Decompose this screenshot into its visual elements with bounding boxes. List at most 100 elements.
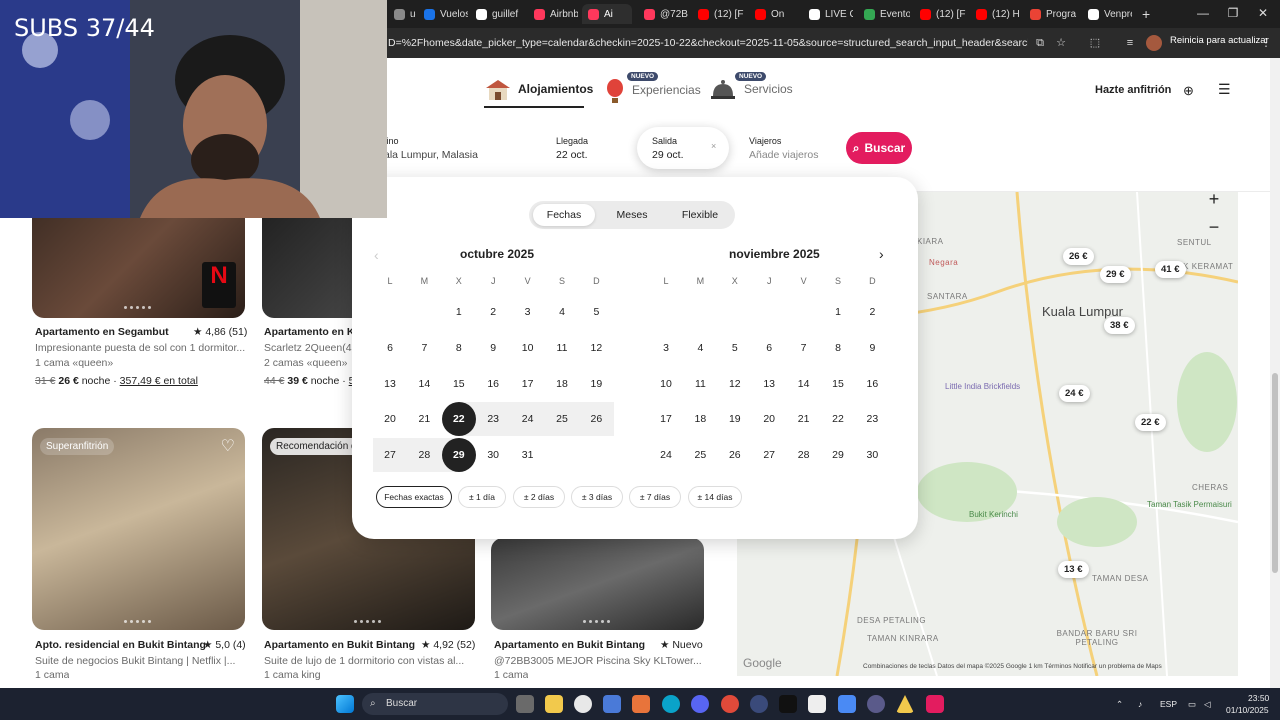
capcut-icon[interactable] bbox=[808, 695, 826, 713]
calendar-day[interactable]: 5 bbox=[718, 331, 752, 365]
close-window-icon[interactable]: ✕ bbox=[1250, 4, 1276, 22]
calendar-day[interactable]: 14 bbox=[787, 367, 821, 401]
listing-title[interactable]: Apto. residencial en Bukit Bintang bbox=[35, 639, 206, 651]
price-pin[interactable]: 24 € bbox=[1059, 385, 1090, 402]
calendar-day[interactable]: 13 bbox=[752, 367, 786, 401]
task-view-icon[interactable] bbox=[516, 695, 534, 713]
total-price[interactable]: 357,49 € en total bbox=[120, 375, 198, 387]
calendar-day[interactable]: 9 bbox=[855, 331, 889, 365]
segment-flexible[interactable]: Flexible bbox=[669, 204, 731, 226]
notepad-icon[interactable] bbox=[838, 695, 856, 713]
browser-tab[interactable]: On bbox=[749, 4, 799, 24]
calendar-day[interactable]: 21 bbox=[407, 402, 441, 436]
segment-meses[interactable]: Meses bbox=[601, 204, 663, 226]
calendar-day[interactable]: 13 bbox=[373, 367, 407, 401]
flex-chip[interactable]: ± 7 días bbox=[629, 486, 681, 508]
address-bar[interactable]: D=%2Fhomes&date_picker_type=calendar&che… bbox=[388, 34, 1028, 52]
browser-tab[interactable]: Ai bbox=[582, 4, 632, 24]
media-icon[interactable]: ≡ bbox=[1122, 35, 1138, 51]
minimize-icon[interactable]: — bbox=[1190, 4, 1216, 22]
calendar-day[interactable]: 10 bbox=[511, 331, 545, 365]
calendar-day[interactable]: 20 bbox=[373, 402, 407, 436]
calendar-day[interactable]: 2 bbox=[855, 295, 889, 329]
extensions-icon[interactable]: ⬚ bbox=[1087, 35, 1103, 51]
heart-icon[interactable]: ♡ bbox=[221, 436, 235, 456]
app-icon[interactable] bbox=[867, 695, 885, 713]
warning-icon[interactable] bbox=[896, 695, 914, 713]
guests-field[interactable]: Viajeros Añade viajeros bbox=[749, 127, 818, 171]
store-icon[interactable] bbox=[603, 695, 621, 713]
globe-icon[interactable]: ⊕ bbox=[1183, 83, 1194, 99]
calendar-day[interactable]: 15 bbox=[442, 367, 476, 401]
price-pin[interactable]: 38 € bbox=[1104, 317, 1135, 334]
calendar-day[interactable]: 3 bbox=[649, 331, 683, 365]
calendar-day[interactable]: 7 bbox=[407, 331, 441, 365]
listing-title[interactable]: Apartamento en Bukit Bintang bbox=[264, 639, 415, 651]
calendar-day[interactable]: 19 bbox=[579, 367, 613, 401]
calendar-day[interactable]: 25 bbox=[545, 402, 579, 436]
checkin-field[interactable]: Llegada 22 oct. bbox=[556, 127, 588, 171]
bookmark-star-icon[interactable]: ☆ bbox=[1053, 35, 1069, 51]
browser-tab[interactable]: (12) [F bbox=[692, 4, 744, 24]
calendar-day[interactable]: 18 bbox=[545, 367, 579, 401]
calendar-day[interactable]: 24 bbox=[649, 438, 683, 472]
calendar-day[interactable]: 17 bbox=[511, 367, 545, 401]
zoom-in-button[interactable]: + bbox=[1200, 188, 1228, 210]
calendar-day[interactable]: 12 bbox=[579, 331, 613, 365]
file-explorer-icon[interactable] bbox=[545, 695, 563, 713]
calendar-day[interactable]: 30 bbox=[855, 438, 889, 472]
calendar-day[interactable]: 3 bbox=[511, 295, 545, 329]
host-link[interactable]: Hazte anfitrión bbox=[1095, 84, 1171, 96]
calendar-day[interactable]: 5 bbox=[579, 295, 613, 329]
destination-field[interactable]: tino ala Lumpur, Malasia bbox=[384, 127, 478, 171]
calendar-day[interactable]: 15 bbox=[821, 367, 855, 401]
chrome-icon[interactable] bbox=[721, 695, 739, 713]
browser-tab[interactable]: uelo bbox=[388, 4, 416, 24]
calendar-day[interactable]: 29 bbox=[821, 438, 855, 472]
calendar-day[interactable]: 27 bbox=[752, 438, 786, 472]
restart-label[interactable]: Reinicia para actualizar bbox=[1170, 35, 1269, 46]
calendar-day[interactable]: 26 bbox=[718, 438, 752, 472]
page-scrollbar[interactable] bbox=[1270, 58, 1280, 688]
browser-tab[interactable]: Venpre bbox=[1082, 4, 1132, 24]
calendar-day[interactable]: 19 bbox=[718, 402, 752, 436]
clock-time[interactable]: 23:50 bbox=[1248, 693, 1269, 703]
listing-photo[interactable] bbox=[491, 538, 704, 630]
browser-tab[interactable]: guillef bbox=[470, 4, 524, 24]
calendar-day[interactable]: 16 bbox=[476, 367, 510, 401]
flex-chip[interactable]: Fechas exactas bbox=[376, 486, 452, 508]
clock-date[interactable]: 01/10/2025 bbox=[1226, 705, 1269, 715]
profile-avatar[interactable] bbox=[1146, 35, 1162, 51]
edge-icon[interactable] bbox=[662, 695, 680, 713]
price-pin[interactable]: 13 € bbox=[1058, 561, 1089, 578]
price-pin[interactable]: 22 € bbox=[1135, 414, 1166, 431]
zoom-out-button[interactable]: − bbox=[1200, 216, 1228, 238]
tiktok-icon[interactable] bbox=[779, 695, 797, 713]
calendar-day[interactable]: 9 bbox=[476, 331, 510, 365]
calendar-day[interactable]: 10 bbox=[649, 367, 683, 401]
calendar-day[interactable]: 1 bbox=[442, 295, 476, 329]
calendar-day[interactable]: 16 bbox=[855, 367, 889, 401]
flex-chip[interactable]: ± 14 días bbox=[688, 486, 742, 508]
calendar-day[interactable]: 1 bbox=[821, 295, 855, 329]
calendar-day[interactable]: 11 bbox=[545, 331, 579, 365]
calendar-day[interactable]: 4 bbox=[683, 331, 717, 365]
calendar-day[interactable]: 24 bbox=[511, 402, 545, 436]
lang-indicator[interactable]: ESP bbox=[1160, 699, 1177, 709]
next-month-icon[interactable]: › bbox=[879, 246, 884, 262]
volume-icon[interactable]: ◁ bbox=[1204, 699, 1211, 710]
calendar-day[interactable]: 4 bbox=[545, 295, 579, 329]
calendar-day[interactable]: 6 bbox=[373, 331, 407, 365]
calendar-day[interactable]: 25 bbox=[683, 438, 717, 472]
maximize-icon[interactable]: ❐ bbox=[1220, 4, 1246, 22]
tray-chevron-icon[interactable]: ⌃ bbox=[1116, 699, 1123, 710]
calendar-day[interactable]: 7 bbox=[787, 331, 821, 365]
prev-month-icon[interactable]: ‹ bbox=[374, 247, 379, 263]
openai-icon[interactable] bbox=[574, 695, 592, 713]
calendar-day[interactable]: 21 bbox=[787, 402, 821, 436]
flex-chip[interactable]: ± 2 días bbox=[513, 486, 565, 508]
browser-tab[interactable]: Airbnb bbox=[528, 4, 578, 24]
calendar-day[interactable]: 14 bbox=[407, 367, 441, 401]
calendar-day[interactable]: 17 bbox=[649, 402, 683, 436]
price-pin[interactable]: 29 € bbox=[1100, 266, 1131, 283]
